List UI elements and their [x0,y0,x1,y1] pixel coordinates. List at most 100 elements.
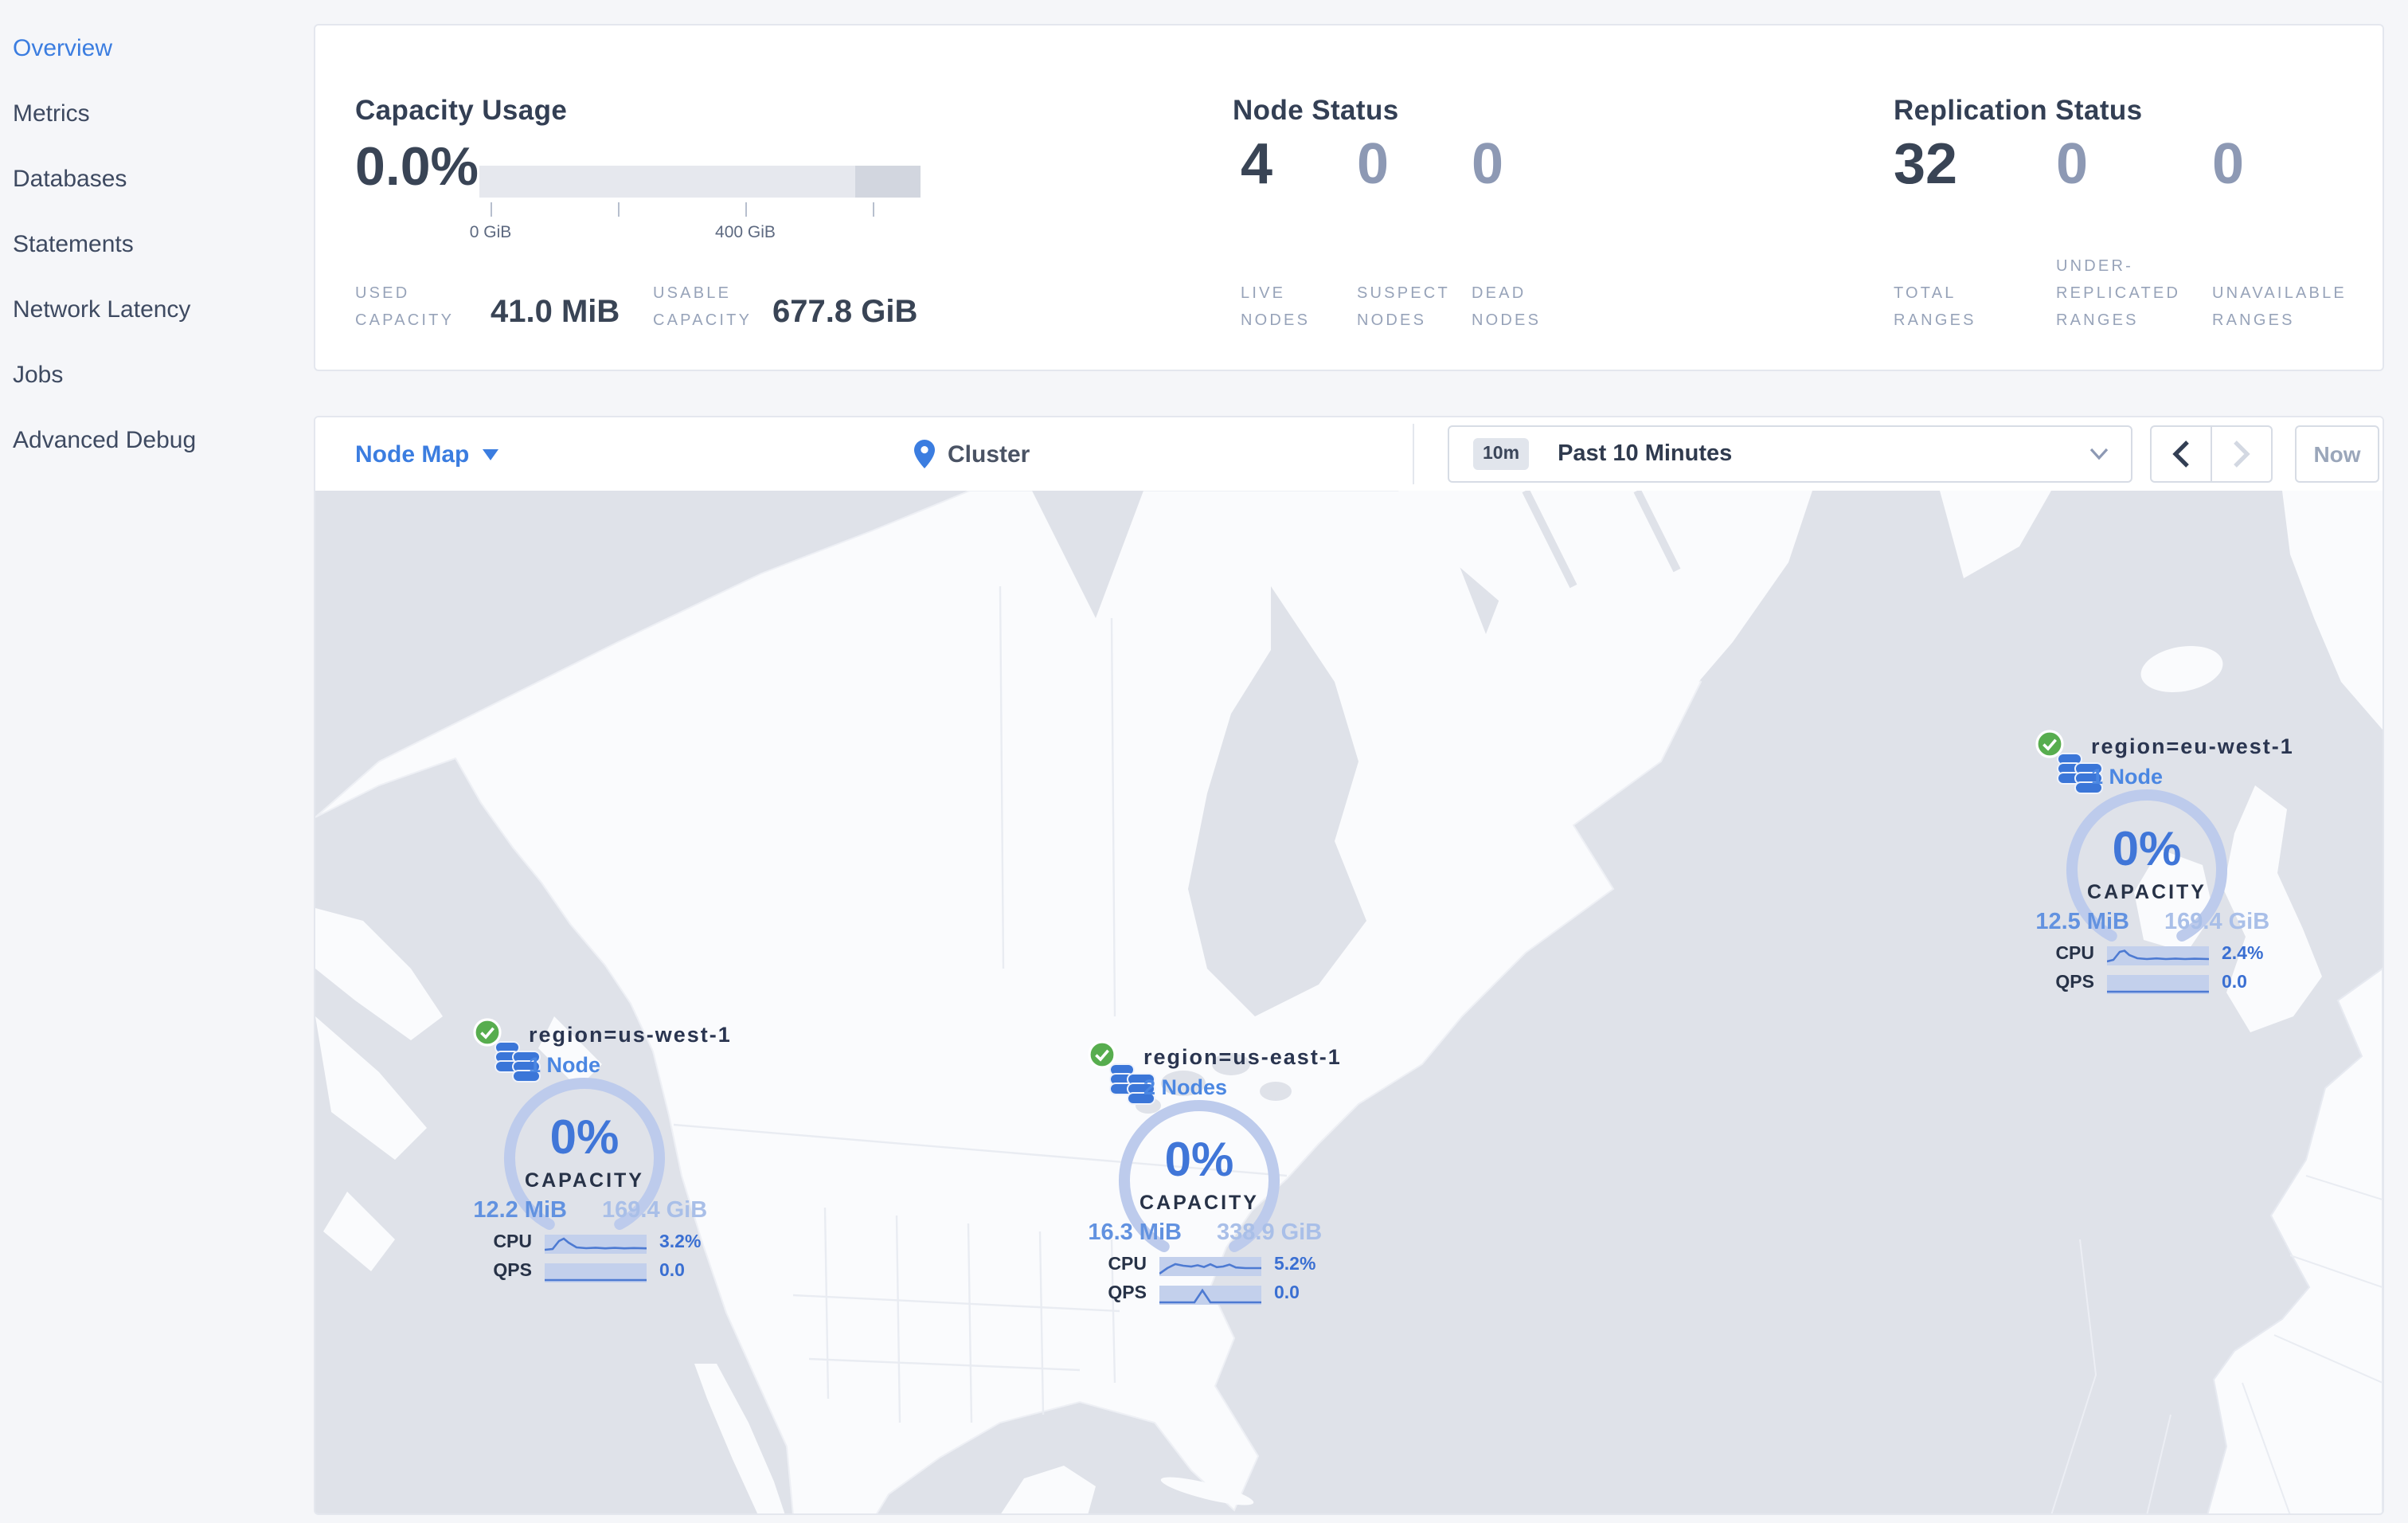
capacity-axis-tick [873,202,874,217]
capacity-bar-reserved-segment [855,166,921,198]
cpu-value: 2.4% [2222,945,2264,964]
cpu-row: CPU 3.2% [401,1233,768,1255]
qps-row: QPS 0.0 [1964,973,2330,996]
cpu-row: CPU 2.4% [1964,945,2330,967]
world-map-canvas[interactable]: region=us-west-1 1 Node 0% CAPACITY 12.2… [315,491,2383,1513]
capacity-percent: 0% [2112,824,2182,876]
qps-value: 0.0 [659,1262,685,1281]
chevron-right-icon [2234,440,2250,468]
usable-capacity-label: USABLE CAPACITY [653,285,752,330]
used-capacity-label: USED CAPACITY [355,285,455,330]
node-marker-eu-west-1[interactable]: region=eu-west-1 1 Node 0% CAPACITY 12.5… [1964,725,2330,1004]
dead-nodes-count: 0 [1472,131,1504,196]
capacity-axis-tick [491,202,492,217]
qps-label: QPS [2055,973,2094,992]
sidebar-item-metrics[interactable]: Metrics [0,81,314,147]
under-replicated-count: 0 [2056,131,2089,196]
breadcrumb[interactable]: Cluster [914,417,1030,491]
view-mode-label: Node Map [355,440,470,468]
suspect-nodes-count: 0 [1357,131,1390,196]
cpu-label: CPU [493,1233,532,1252]
cpu-label: CPU [1108,1255,1147,1274]
cluster-summary-card: Capacity Usage 0.0% 0 GiB 400 GiB USED C… [314,24,2384,371]
time-range-label: Past 10 Minutes [1558,441,1733,467]
cpu-sparkline [1159,1257,1261,1276]
map-pin-icon [914,440,935,468]
capacity-label: CAPACITY [2087,881,2207,903]
sidebar-item-databases[interactable]: Databases [0,147,314,212]
qps-sparkline [1159,1286,1261,1305]
chevron-down-icon [2089,448,2109,460]
now-button[interactable]: Now [2295,425,2379,483]
node-status-title: Node Status [1233,93,1399,126]
used-value: 16.3 MiB [1088,1220,1182,1246]
used-value: 12.2 MiB [473,1198,567,1223]
toolbar-divider [1413,424,1414,484]
capacity-bar [479,166,921,198]
qps-row: QPS 0.0 [401,1262,768,1284]
total-ranges-label: TOTAL RANGES [1894,285,1976,330]
total-value: 169.4 GiB [602,1198,708,1223]
cpu-value: 3.2% [659,1233,702,1252]
time-window-pager [2150,425,2273,483]
capacity-axis-tick [745,202,747,217]
node-marker-us-east-1[interactable]: region=us-east-1 2 Nodes 0% CAPACITY 16.… [1016,1036,1382,1314]
region-label: region=us-east-1 [1143,1045,1342,1069]
sidebar-item-jobs[interactable]: Jobs [0,343,314,408]
unavailable-ranges-count: 0 [2212,131,2245,196]
total-value: 169.4 GiB [2164,910,2270,935]
map-toolbar: Node Map Cluster 10m Past 10 Minutes Now [315,417,2383,491]
caret-down-icon [482,448,498,460]
prev-window-button[interactable] [2152,427,2211,481]
qps-label: QPS [1108,1284,1147,1303]
time-range-dropdown[interactable]: 10m Past 10 Minutes [1448,425,2132,483]
total-value: 338.9 GiB [1217,1220,1323,1246]
capacity-label: CAPACITY [525,1169,644,1192]
capacity-axis-tick [618,202,620,217]
region-label: region=us-west-1 [529,1023,732,1047]
db-console-overview-page: Overview Metrics Databases Statements Ne… [0,0,2408,1523]
live-nodes-count: 4 [1241,131,1273,196]
node-map-card: Node Map Cluster 10m Past 10 Minutes Now… [314,416,2384,1515]
region-label: region=eu-west-1 [2091,734,2294,758]
total-ranges-count: 32 [1894,131,1958,196]
capacity-percent: 0.0% [355,137,479,198]
cpu-row: CPU 5.2% [1016,1255,1382,1278]
capacity-axis-label-400: 400 GiB [715,223,776,242]
capacity-usage-title: Capacity Usage [355,93,568,126]
used-value: 12.5 MiB [2035,910,2129,935]
capacity-percent: 0% [1164,1134,1234,1187]
qps-label: QPS [493,1262,532,1281]
qps-value: 0.0 [1274,1284,1300,1303]
dead-nodes-label: DEAD NODES [1472,285,1542,330]
capacity-percent: 0% [549,1112,620,1165]
used-capacity-value: 41.0 MiB [491,295,620,330]
qps-row: QPS 0.0 [1016,1284,1382,1306]
capacity-axis-label-0: 0 GiB [469,223,512,242]
sidebar-item-advanced-debug[interactable]: Advanced Debug [0,408,314,473]
qps-sparkline [545,1263,647,1282]
cpu-sparkline [545,1235,647,1254]
time-range-badge: 10m [1473,438,1530,470]
node-marker-us-west-1[interactable]: region=us-west-1 1 Node 0% CAPACITY 12.2… [401,1013,768,1292]
capacity-label: CAPACITY [1140,1192,1259,1214]
cpu-label: CPU [2055,945,2094,964]
under-replicated-label: UNDER-REPLICATED RANGES [2056,258,2181,330]
usable-capacity-value: 677.8 GiB [772,295,918,330]
sidebar-item-overview[interactable]: Overview [0,16,314,81]
sidebar-item-network-latency[interactable]: Network Latency [0,277,314,343]
cpu-value: 5.2% [1274,1255,1316,1274]
sidebar-item-statements[interactable]: Statements [0,212,314,277]
breadcrumb-label: Cluster [948,440,1030,468]
sidebar-nav: Overview Metrics Databases Statements Ne… [0,0,314,1523]
qps-value: 0.0 [2222,973,2247,992]
qps-sparkline [2107,975,2209,994]
replication-status-title: Replication Status [1894,93,2143,126]
view-mode-dropdown[interactable]: Node Map [355,417,498,491]
chevron-left-icon [2172,440,2189,468]
suspect-nodes-label: SUSPECT NODES [1357,285,1450,330]
live-nodes-label: LIVE NODES [1241,285,1311,330]
unavailable-ranges-label: UNAVAILABLE RANGES [2212,285,2347,330]
cpu-sparkline [2107,946,2209,965]
next-window-button[interactable] [2212,427,2271,481]
